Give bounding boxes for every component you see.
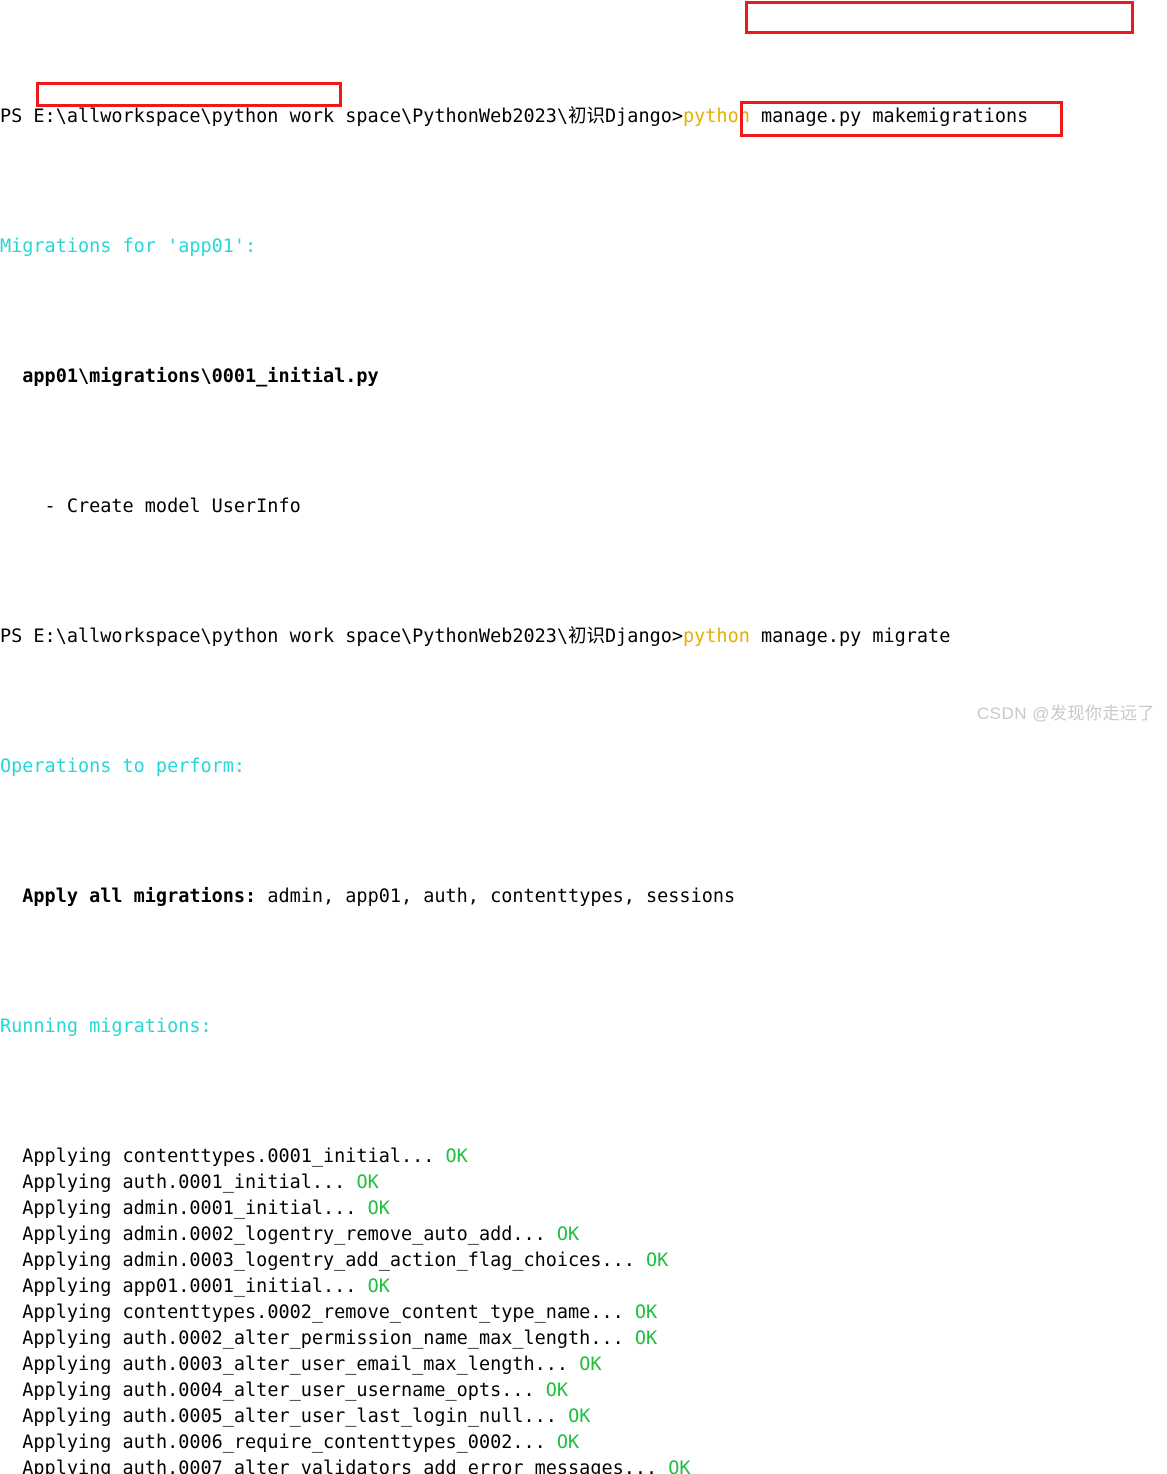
applying-prefix: Applying <box>0 1250 123 1271</box>
migration-status-ok: OK <box>568 1406 591 1427</box>
applying-migration-line: Applying admin.0003_logentry_add_action_… <box>0 1248 1167 1274</box>
migration-name: auth.0005_alter_user_last_login_null... <box>122 1406 557 1427</box>
apply-all-migrations-label: Apply all migrations: <box>0 886 257 907</box>
command-program-migrate[interactable]: python <box>683 626 750 647</box>
migration-status-ok: OK <box>634 1328 658 1349</box>
applying-prefix: Applying <box>0 1276 123 1297</box>
migration-name: admin.0002_logentry_remove_auto_add... <box>122 1224 546 1245</box>
running-migrations-header: Running migrations: <box>0 1014 1167 1040</box>
applying-prefix: Applying <box>0 1224 123 1245</box>
shell-prompt: PS E:\allworkspace\python work space\Pyt… <box>0 106 684 127</box>
applying-prefix: Applying <box>0 1198 123 1219</box>
apply-all-migrations-apps: admin, app01, auth, contenttypes, sessio… <box>256 886 736 907</box>
applying-migration-line: Applying auth.0001_initial... OK <box>0 1170 1167 1196</box>
migration-status-ok: OK <box>556 1432 580 1453</box>
migration-name: auth.0004_alter_user_username_opts... <box>122 1380 535 1401</box>
apply-all-migrations-line: Apply all migrations: admin, app01, auth… <box>0 884 1167 910</box>
applying-migrations-list: Applying contenttypes.0001_initial... OK… <box>0 1144 1167 1474</box>
terminal-window[interactable]: PS E:\allworkspace\python work space\Pyt… <box>0 0 1167 1474</box>
migration-name: auth.0007_alter_validators_add_error_mes… <box>122 1458 658 1474</box>
migration-status-ok: OK <box>556 1224 580 1245</box>
applying-prefix: Applying <box>0 1146 123 1167</box>
command-args-migrate[interactable]: manage.py migrate <box>750 626 950 647</box>
command-program-makemigrations[interactable]: python <box>683 106 750 127</box>
migration-status-ok: OK <box>445 1146 468 1167</box>
applying-prefix: Applying <box>0 1354 123 1375</box>
migration-name: auth.0006_require_contenttypes_0002... <box>122 1432 546 1453</box>
migration-name: contenttypes.0001_initial... <box>122 1146 435 1167</box>
applying-prefix: Applying <box>0 1328 123 1349</box>
applying-migration-line: Applying auth.0005_alter_user_last_login… <box>0 1404 1167 1430</box>
migration-status-ok: OK <box>646 1250 669 1271</box>
applying-prefix: Applying <box>0 1302 123 1323</box>
migration-status-ok: OK <box>367 1276 390 1297</box>
migration-file-path: app01\migrations\0001_initial.py <box>0 366 379 387</box>
migration-operation-line: - Create model UserInfo <box>0 494 1167 520</box>
migration-status-ok: OK <box>367 1198 390 1219</box>
migration-name: app01.0001_initial... <box>122 1276 357 1297</box>
migration-status-ok: OK <box>579 1354 602 1375</box>
migration-name: auth.0003_alter_user_email_max_length... <box>122 1354 569 1375</box>
applying-prefix: Applying <box>0 1432 123 1453</box>
migration-status-ok: OK <box>545 1380 569 1401</box>
operations-to-perform-header: Operations to perform: <box>0 754 1167 780</box>
migration-name: admin.0003_logentry_add_action_flag_choi… <box>122 1250 635 1271</box>
migration-file-line: app01\migrations\0001_initial.py <box>0 364 1167 390</box>
migration-name: auth.0002_alter_permission_name_max_leng… <box>122 1328 624 1349</box>
applying-migration-line: Applying auth.0006_require_contenttypes_… <box>0 1430 1167 1456</box>
applying-migration-line: Applying auth.0004_alter_user_username_o… <box>0 1378 1167 1404</box>
applying-migration-line: Applying auth.0002_alter_permission_name… <box>0 1326 1167 1352</box>
command-args-makemigrations[interactable]: manage.py makemigrations <box>750 106 1028 127</box>
running-migrations-text: Running migrations: <box>0 1016 212 1037</box>
applying-prefix: Applying <box>0 1380 123 1401</box>
csdn-watermark: CSDN @发现你走远了 <box>976 704 1155 723</box>
annotation-box-makemigrations <box>745 1 1134 34</box>
applying-migration-line: Applying app01.0001_initial... OK <box>0 1274 1167 1300</box>
migration-name: admin.0001_initial... <box>122 1198 357 1219</box>
migration-status-ok: OK <box>356 1172 379 1193</box>
migration-operation-text: - Create model UserInfo <box>0 496 301 517</box>
applying-migration-line: Applying contenttypes.0002_remove_conten… <box>0 1300 1167 1326</box>
applying-prefix: Applying <box>0 1458 123 1474</box>
prompt-line-makemigrations: PS E:\allworkspace\python work space\Pyt… <box>0 104 1167 130</box>
migrations-for-header: Migrations for 'app01': <box>0 234 1167 260</box>
migration-status-ok: OK <box>668 1458 691 1474</box>
applying-migration-line: Applying admin.0002_logentry_remove_auto… <box>0 1222 1167 1248</box>
applying-migration-line: Applying admin.0001_initial... OK <box>0 1196 1167 1222</box>
applying-prefix: Applying <box>0 1406 123 1427</box>
prompt-line-migrate: PS E:\allworkspace\python work space\Pyt… <box>0 624 1167 650</box>
migration-name: auth.0001_initial... <box>122 1172 346 1193</box>
shell-prompt-2: PS E:\allworkspace\python work space\Pyt… <box>0 626 684 647</box>
operations-to-perform-text: Operations to perform: <box>0 756 246 777</box>
migration-name: contenttypes.0002_remove_content_type_na… <box>122 1302 624 1323</box>
applying-migration-line: Applying contenttypes.0001_initial... OK <box>0 1144 1167 1170</box>
migration-status-ok: OK <box>634 1302 658 1323</box>
applying-migration-line: Applying auth.0003_alter_user_email_max_… <box>0 1352 1167 1378</box>
applying-prefix: Applying <box>0 1172 123 1193</box>
applying-migration-line: Applying auth.0007_alter_validators_add_… <box>0 1456 1167 1474</box>
migrations-for-header-text: Migrations for 'app01': <box>0 236 257 257</box>
